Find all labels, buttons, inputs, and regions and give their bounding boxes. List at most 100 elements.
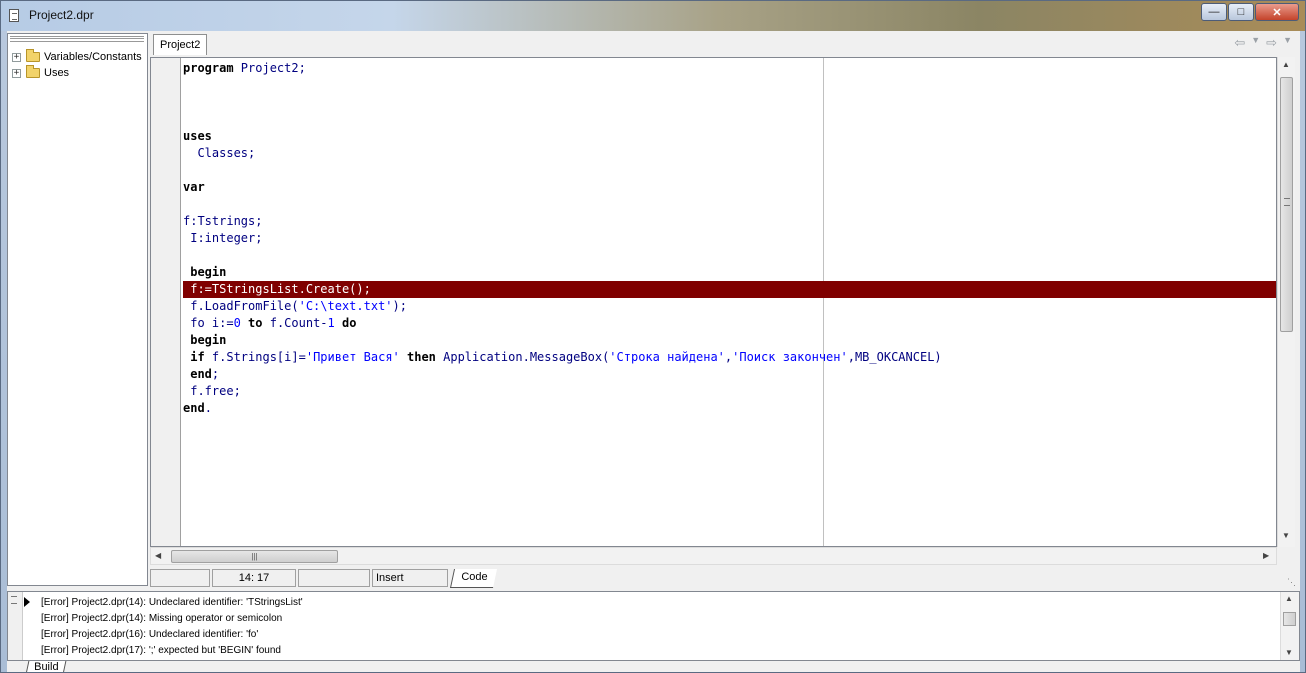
message-list[interactable]: [Error] Project2.dpr(14): Undeclared ide… bbox=[41, 595, 303, 659]
window-title: Project2.dpr bbox=[29, 8, 94, 22]
code-token: var bbox=[183, 180, 205, 194]
scroll-thumb[interactable] bbox=[1283, 612, 1296, 626]
code-line[interactable]: fo i:=0 to f.Count-1 do bbox=[183, 315, 1276, 332]
tree-item-label: Variables/Constants bbox=[44, 51, 142, 63]
message-item[interactable]: [Error] Project2.dpr(16): Undeclared ide… bbox=[41, 627, 303, 643]
code-token: end bbox=[183, 401, 205, 415]
code-line[interactable] bbox=[183, 196, 1276, 213]
code-token: f.LoadFromFile( bbox=[183, 299, 299, 313]
code-token: 'C:\text.txt' bbox=[298, 299, 393, 313]
scroll-left-icon[interactable]: ◀ bbox=[155, 551, 161, 560]
messages-gutter bbox=[8, 592, 23, 660]
code-line[interactable]: f.LoadFromFile('C:\text.txt'); bbox=[183, 298, 1276, 315]
resize-grip-icon[interactable]: ⋱ bbox=[1287, 577, 1296, 588]
code-token: Application.MessageBox( bbox=[435, 350, 610, 364]
code-line[interactable]: Classes; bbox=[183, 145, 1276, 162]
expand-plus-icon[interactable]: + bbox=[12, 52, 21, 62]
scroll-thumb[interactable]: ||| bbox=[171, 550, 338, 563]
forward-arrow-icon[interactable]: ⇨ bbox=[1266, 35, 1277, 51]
chevron-down-icon[interactable]: ▼ bbox=[1283, 35, 1292, 51]
panel-grip[interactable] bbox=[11, 596, 17, 604]
code-token: do bbox=[342, 316, 357, 330]
code-token: f:=TStringsList.Create(); bbox=[183, 282, 371, 296]
editor-gutter[interactable] bbox=[151, 58, 181, 546]
code-line[interactable]: end; bbox=[183, 366, 1276, 383]
panel-grip[interactable] bbox=[10, 36, 144, 42]
code-token: uses bbox=[183, 129, 212, 143]
minimize-button[interactable]: — bbox=[1201, 3, 1227, 21]
scroll-down-icon[interactable]: ▼ bbox=[1285, 648, 1293, 657]
message-item[interactable]: [Error] Project2.dpr(14): Missing operat… bbox=[41, 611, 303, 627]
editor-vertical-scrollbar[interactable]: ▲ ▼ bbox=[1277, 57, 1295, 547]
code-token: begin bbox=[183, 265, 227, 279]
scroll-down-icon[interactable]: ▼ bbox=[1282, 531, 1290, 540]
code-token: Classes; bbox=[183, 146, 256, 160]
status-panel-modified bbox=[150, 569, 210, 587]
editor-horizontal-scrollbar[interactable]: ◀ ||| ▶ bbox=[150, 547, 1277, 565]
code-line[interactable] bbox=[183, 94, 1276, 111]
code-tab-label: Code bbox=[461, 571, 488, 583]
code-line[interactable]: begin bbox=[183, 332, 1276, 349]
code-line[interactable]: if f.Strings[i]='Привет Вася' then Appli… bbox=[183, 349, 1276, 366]
maximize-button[interactable]: □ bbox=[1228, 3, 1254, 21]
back-arrow-icon[interactable]: ⇦ bbox=[1234, 35, 1245, 51]
code-line[interactable] bbox=[183, 162, 1276, 179]
code-line[interactable]: begin bbox=[183, 264, 1276, 281]
code-line[interactable]: f:Tstrings; bbox=[183, 213, 1276, 230]
code-token: ,MB_OKCANCEL) bbox=[847, 350, 942, 364]
code-line[interactable]: I:integer; bbox=[183, 230, 1276, 247]
close-button[interactable]: ✕ bbox=[1255, 3, 1299, 21]
code-token: if bbox=[190, 350, 205, 364]
code-line[interactable]: var bbox=[183, 179, 1276, 196]
code-token: f.Count- bbox=[262, 316, 328, 330]
code-lines[interactable]: program Project2; uses Classes; var f:Ts… bbox=[183, 60, 1276, 417]
code-token: Project2; bbox=[233, 61, 306, 75]
scroll-thumb[interactable] bbox=[1280, 77, 1293, 332]
code-token: f:Tstrings; bbox=[183, 214, 263, 228]
code-line[interactable] bbox=[183, 247, 1276, 264]
message-item[interactable]: [Error] Project2.dpr(17): ';' expected b… bbox=[41, 643, 303, 659]
code-line[interactable]: end. bbox=[183, 400, 1276, 417]
editor-status-bar: 14: 17 Insert Code ⋱ bbox=[150, 568, 1300, 588]
code-token: begin bbox=[183, 333, 227, 347]
code-token: f.free; bbox=[183, 384, 241, 398]
title-bar[interactable]: Project2.dpr — □ ✕ bbox=[1, 1, 1305, 31]
code-editor[interactable]: program Project2; uses Classes; var f:Ts… bbox=[150, 57, 1277, 547]
folder-icon bbox=[26, 49, 40, 62]
code-token: . bbox=[204, 401, 212, 415]
insert-mode-indicator: Insert bbox=[372, 569, 448, 587]
ide-window: Project2.dpr — □ ✕ + Variables/Constants… bbox=[0, 0, 1306, 673]
tab-project2[interactable]: Project2 bbox=[153, 34, 208, 55]
code-line[interactable]: f.free; bbox=[183, 383, 1276, 400]
code-token: 'Привет Вася' bbox=[305, 350, 400, 364]
code-line[interactable]: program Project2; bbox=[183, 60, 1276, 77]
tab-build[interactable]: Build bbox=[25, 661, 67, 672]
code-token: I:integer; bbox=[183, 231, 263, 245]
tree-item-variables-constants[interactable]: + Variables/Constants bbox=[12, 49, 142, 65]
error-code-line[interactable]: f:=TStringsList.Create(); bbox=[183, 281, 1276, 298]
document-icon bbox=[9, 9, 19, 22]
code-explorer-tree: + Variables/Constants + Uses bbox=[7, 33, 148, 586]
status-panel-blank bbox=[298, 569, 370, 587]
tab-code[interactable]: Code bbox=[449, 569, 498, 588]
current-message-arrow-icon bbox=[24, 597, 30, 607]
code-token: fo i:= bbox=[183, 316, 234, 330]
scroll-right-icon[interactable]: ▶ bbox=[1263, 551, 1269, 560]
code-line[interactable] bbox=[183, 111, 1276, 128]
client-area: + Variables/Constants + Uses Project2 ⇦ … bbox=[7, 31, 1300, 672]
tree-item-uses[interactable]: + Uses bbox=[12, 65, 69, 81]
editor-tab-strip: Project2 ⇦ ▼ ⇨ ▼ bbox=[150, 31, 1300, 55]
messages-vertical-scrollbar[interactable]: ▲ ▼ bbox=[1280, 592, 1299, 660]
chevron-down-icon[interactable]: ▼ bbox=[1251, 35, 1260, 51]
code-token: 'Строка найдена' bbox=[609, 350, 725, 364]
code-line[interactable]: uses bbox=[183, 128, 1276, 145]
grip-icon bbox=[1284, 198, 1290, 206]
code-token: 'Поиск закончен' bbox=[732, 350, 848, 364]
message-item[interactable]: [Error] Project2.dpr(14): Undeclared ide… bbox=[41, 595, 303, 611]
expand-plus-icon[interactable]: + bbox=[12, 68, 21, 78]
code-line[interactable] bbox=[183, 77, 1276, 94]
scroll-up-icon[interactable]: ▲ bbox=[1282, 60, 1290, 69]
scroll-up-icon[interactable]: ▲ bbox=[1285, 594, 1293, 603]
code-token: 0 bbox=[233, 316, 241, 330]
